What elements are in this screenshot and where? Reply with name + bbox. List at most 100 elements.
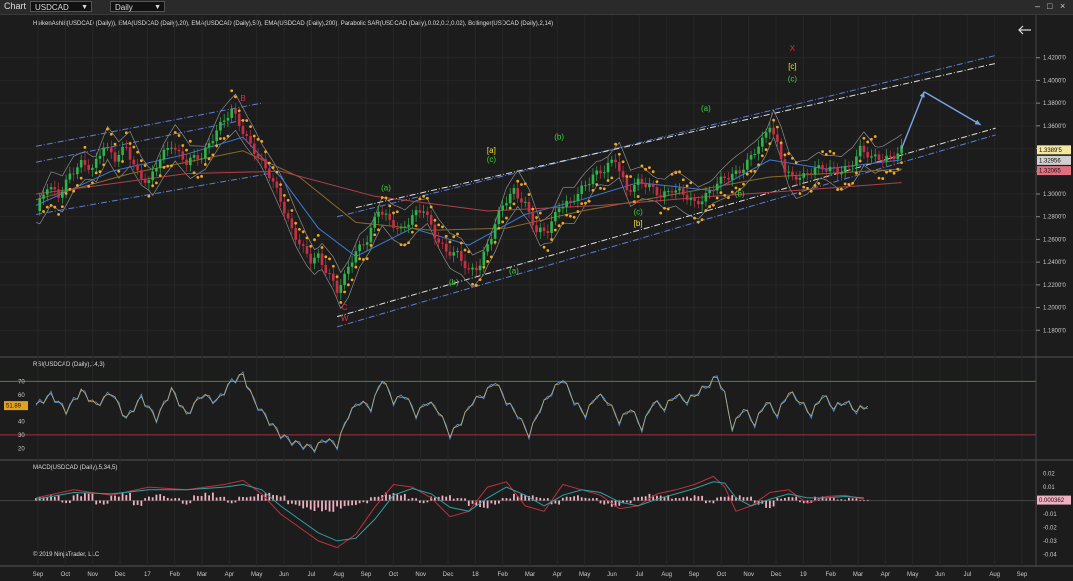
macd-histogram-bar (178, 498, 180, 501)
macd-histogram-bar (189, 500, 192, 504)
candle-body (569, 200, 572, 202)
candle-body (787, 171, 790, 173)
candle-body (663, 191, 666, 198)
wave-label: [c] (788, 62, 796, 71)
time-tick-label: Sep (33, 572, 44, 578)
sar-dot (373, 233, 377, 237)
sar-dot (230, 89, 234, 93)
sar-dot (471, 282, 474, 286)
macd-histogram-bar (351, 500, 354, 506)
sar-dot (648, 166, 651, 169)
instrument-selector[interactable]: USDCAD ▼ (30, 1, 92, 12)
macd-histogram-bar (174, 498, 177, 501)
time-tick-label: Mar (197, 572, 207, 578)
macd-histogram-bar (193, 495, 195, 501)
candle-body (644, 184, 647, 188)
time-tick-label: Dec (115, 572, 126, 578)
sar-dot (162, 165, 166, 169)
sar-dot (362, 258, 365, 261)
macd-histogram-bar (181, 500, 184, 504)
candle-body (595, 170, 599, 175)
macd-histogram-bar (588, 498, 591, 501)
maximize-icon[interactable]: □ (1047, 1, 1052, 11)
time-tick-label: Apr (553, 572, 562, 578)
time-tick-label: Nov (743, 572, 754, 578)
macd-histogram-bar (558, 500, 561, 505)
candle-body (580, 185, 584, 194)
macd-histogram-bar (704, 500, 707, 504)
macd-histogram-bar (260, 495, 263, 501)
macd-histogram-bar (441, 495, 444, 501)
sar-dot (241, 118, 245, 122)
candle-body (380, 211, 384, 215)
candle-body (648, 184, 651, 188)
sar-dot (463, 248, 467, 252)
sar-dot (651, 170, 655, 174)
candle-body (738, 170, 742, 174)
macd-histogram-bar (859, 499, 862, 501)
price-tick-label: 1.3800'0 (1043, 101, 1066, 107)
sar-dot (249, 125, 252, 128)
candle-body (166, 148, 170, 150)
sar-dot (580, 202, 584, 206)
candle-body (851, 165, 854, 167)
sar-dot (425, 196, 429, 200)
candle-body (196, 155, 200, 160)
sar-dot (809, 189, 813, 193)
macd-histogram-bar (306, 500, 308, 508)
sar-dot (531, 207, 535, 211)
macd-tick-label: 0.01 (1043, 485, 1055, 491)
candle-body (610, 159, 614, 163)
candle-body (877, 154, 881, 160)
chart-canvas[interactable]: HeikenAshi8(USDCAD (Daily)), EMA(USDCAD … (0, 15, 1073, 581)
candle-body (395, 227, 399, 229)
candle-body (486, 244, 489, 252)
candle-body (505, 203, 508, 206)
macd-histogram-bar (283, 495, 286, 501)
macd-histogram-bar (712, 500, 715, 504)
sar-dot (670, 172, 674, 176)
candle-body (136, 164, 139, 171)
sar-dot (301, 230, 305, 234)
macd-histogram-bar (317, 500, 320, 508)
price-marker-label: 1.32956 (1039, 158, 1061, 164)
macd-histogram-bar (230, 500, 233, 504)
minimize-icon[interactable]: – (1035, 1, 1040, 11)
macd-tick-label: -0.02 (1043, 525, 1057, 531)
candle-body (102, 147, 106, 156)
macd-histogram-bar (633, 497, 636, 501)
rsi-tick-label: 20 (18, 446, 25, 452)
sar-dot (843, 182, 847, 186)
sar-dot (851, 181, 855, 185)
candle-body (347, 266, 350, 274)
candle-body (892, 155, 896, 160)
sar-dot (256, 138, 260, 141)
candle-body (222, 120, 226, 122)
macd-histogram-bar (302, 500, 305, 509)
macd-histogram-bar (110, 495, 113, 501)
candle-body (249, 135, 252, 144)
candle-body (170, 147, 173, 149)
macd-histogram-bar (708, 500, 711, 503)
sar-dot (659, 211, 663, 215)
candle-body (373, 216, 377, 228)
candle-body (885, 155, 888, 161)
sar-dot (358, 257, 362, 261)
close-icon[interactable]: × (1060, 1, 1065, 11)
sar-dot (881, 177, 885, 180)
macd-histogram-bar (347, 500, 350, 506)
time-tick-label: Feb (169, 572, 180, 578)
candle-body (211, 141, 215, 144)
macd-histogram-bar (595, 498, 598, 501)
candle-body (730, 173, 734, 180)
candle-body (57, 189, 60, 198)
sar-dot (282, 193, 286, 197)
macd-histogram-bar (592, 498, 594, 501)
candle-body (301, 244, 305, 246)
sar-dot (813, 184, 817, 187)
sar-dot (727, 196, 730, 200)
interval-selector[interactable]: Daily ▼ (110, 1, 165, 12)
sar-dot (441, 225, 444, 229)
interval-value: Daily (115, 3, 133, 12)
sar-dot (723, 193, 727, 197)
